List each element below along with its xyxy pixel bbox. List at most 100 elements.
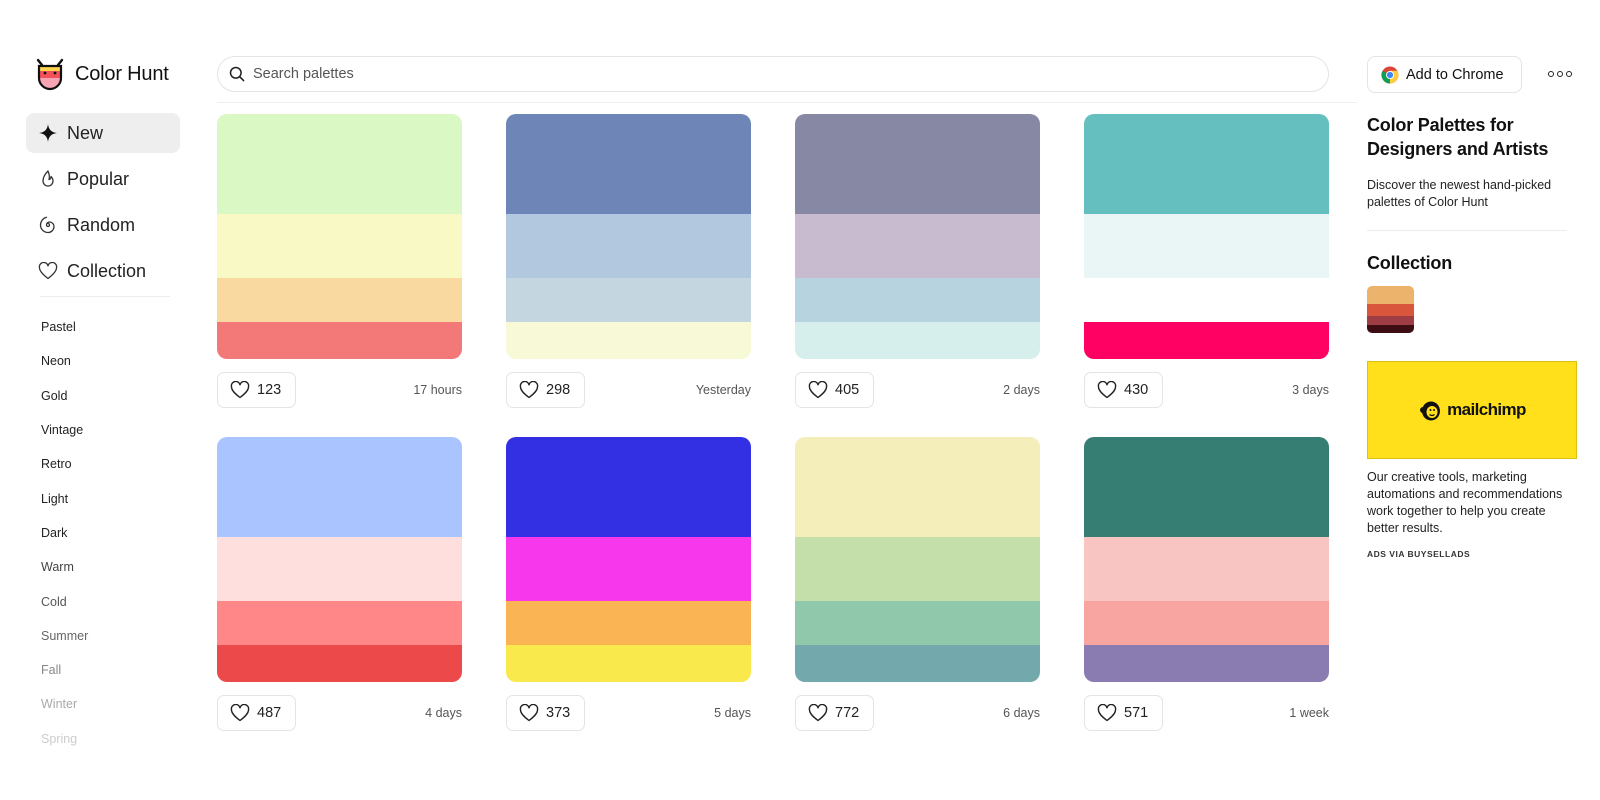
color-swatch[interactable] [217,601,462,645]
color-swatch[interactable] [506,537,751,601]
color-swatch[interactable] [217,214,462,278]
tag-retro[interactable]: Retro [41,447,88,481]
color-swatch[interactable] [1084,537,1329,601]
collection-thumbnail[interactable] [1367,286,1414,333]
like-button[interactable]: 487 [217,695,297,731]
tag-neon[interactable]: Neon [41,344,88,378]
color-swatch[interactable] [506,601,751,645]
color-swatch[interactable] [1084,645,1329,682]
search-input[interactable] [253,66,1243,82]
color-swatch[interactable] [1084,114,1329,214]
tag-winter[interactable]: Winter [41,687,88,721]
nav-item-new[interactable]: New [26,113,180,153]
flame-icon [38,169,58,189]
like-button[interactable]: 298 [506,372,586,408]
color-swatch[interactable] [217,537,462,601]
palette[interactable] [506,114,751,359]
color-swatch[interactable] [506,437,751,537]
header-divider [217,102,1357,103]
palette[interactable] [795,114,1040,359]
palette[interactable] [506,437,751,682]
palette[interactable] [217,437,462,682]
color-swatch[interactable] [506,645,751,682]
color-swatch[interactable] [217,278,462,322]
collection-swatch [1367,316,1414,325]
like-button[interactable]: 123 [217,372,297,408]
palette-footer: 298 Yesterday [506,372,751,408]
color-swatch[interactable] [1084,437,1329,537]
palette-timestamp: 3 days [1292,383,1329,397]
palette-timestamp: 5 days [714,706,751,720]
palette[interactable] [217,114,462,359]
heart-icon [1097,381,1117,399]
color-swatch[interactable] [795,278,1040,322]
tag-warm[interactable]: Warm [41,550,88,584]
like-button[interactable]: 571 [1084,695,1164,731]
color-swatch[interactable] [1084,322,1329,359]
like-count: 123 [257,382,282,398]
ad-banner[interactable]: mailchimp [1367,361,1577,459]
like-count: 487 [257,705,282,721]
search-bar[interactable] [217,56,1329,92]
tag-fall[interactable]: Fall [41,653,88,687]
chrome-icon [1381,66,1399,84]
like-button[interactable]: 405 [795,372,875,408]
heart-icon [519,381,539,399]
tag-light[interactable]: Light [41,481,88,515]
color-swatch[interactable] [1084,601,1329,645]
color-swatch[interactable] [506,322,751,359]
color-swatch[interactable] [795,214,1040,278]
color-swatch[interactable] [795,645,1040,682]
palette[interactable] [795,437,1040,682]
color-swatch[interactable] [795,537,1040,601]
color-swatch[interactable] [217,114,462,214]
add-to-chrome-button[interactable]: Add to Chrome [1367,56,1522,93]
heart-icon [38,261,58,281]
heart-icon [1097,704,1117,722]
tag-summer[interactable]: Summer [41,619,88,653]
palette-card: 487 4 days [217,437,462,731]
color-swatch[interactable] [506,114,751,214]
nav-item-collection[interactable]: Collection [26,251,180,291]
color-swatch[interactable] [795,437,1040,537]
color-hunt-logo-icon [34,58,66,91]
color-swatch[interactable] [506,214,751,278]
palette-timestamp: Yesterday [695,383,751,397]
color-swatch[interactable] [217,322,462,359]
color-swatch[interactable] [1084,214,1329,278]
tag-gold[interactable]: Gold [41,379,88,413]
like-count: 298 [546,382,571,398]
color-swatch[interactable] [1084,278,1329,322]
like-button[interactable]: 772 [795,695,875,731]
nav-label: Collection [67,260,147,281]
color-swatch[interactable] [795,322,1040,359]
color-swatch[interactable] [795,114,1040,214]
like-button[interactable]: 430 [1084,372,1164,408]
palette-footer: 430 3 days [1084,372,1329,408]
collection-swatch [1367,304,1414,316]
more-options-button[interactable] [1548,68,1572,80]
tag-vintage[interactable]: Vintage [41,413,88,447]
color-swatch[interactable] [217,645,462,682]
collection-swatch [1367,325,1414,333]
palette[interactable] [1084,114,1329,359]
nav-item-popular[interactable]: Popular [26,159,180,199]
dot-icon [1566,71,1572,77]
nav-item-random[interactable]: Random [26,205,180,245]
ads-via-link[interactable]: ADS VIA BUYSELLADS [1367,549,1577,559]
tag-pastel[interactable]: Pastel [41,310,88,344]
like-button[interactable]: 373 [506,695,586,731]
sidebar-nav: New Popular Random Collection [26,113,180,297]
heart-icon [230,381,250,399]
like-count: 571 [1124,705,1149,721]
tag-dark[interactable]: Dark [41,516,88,550]
logo[interactable]: Color Hunt [34,57,169,91]
color-swatch[interactable] [795,601,1040,645]
tag-spring[interactable]: Spring [41,722,88,756]
palette[interactable] [1084,437,1329,682]
spiral-icon [38,215,58,235]
color-swatch[interactable] [506,278,751,322]
tag-cold[interactable]: Cold [41,584,88,618]
nav-label: Random [67,214,136,235]
color-swatch[interactable] [217,437,462,537]
